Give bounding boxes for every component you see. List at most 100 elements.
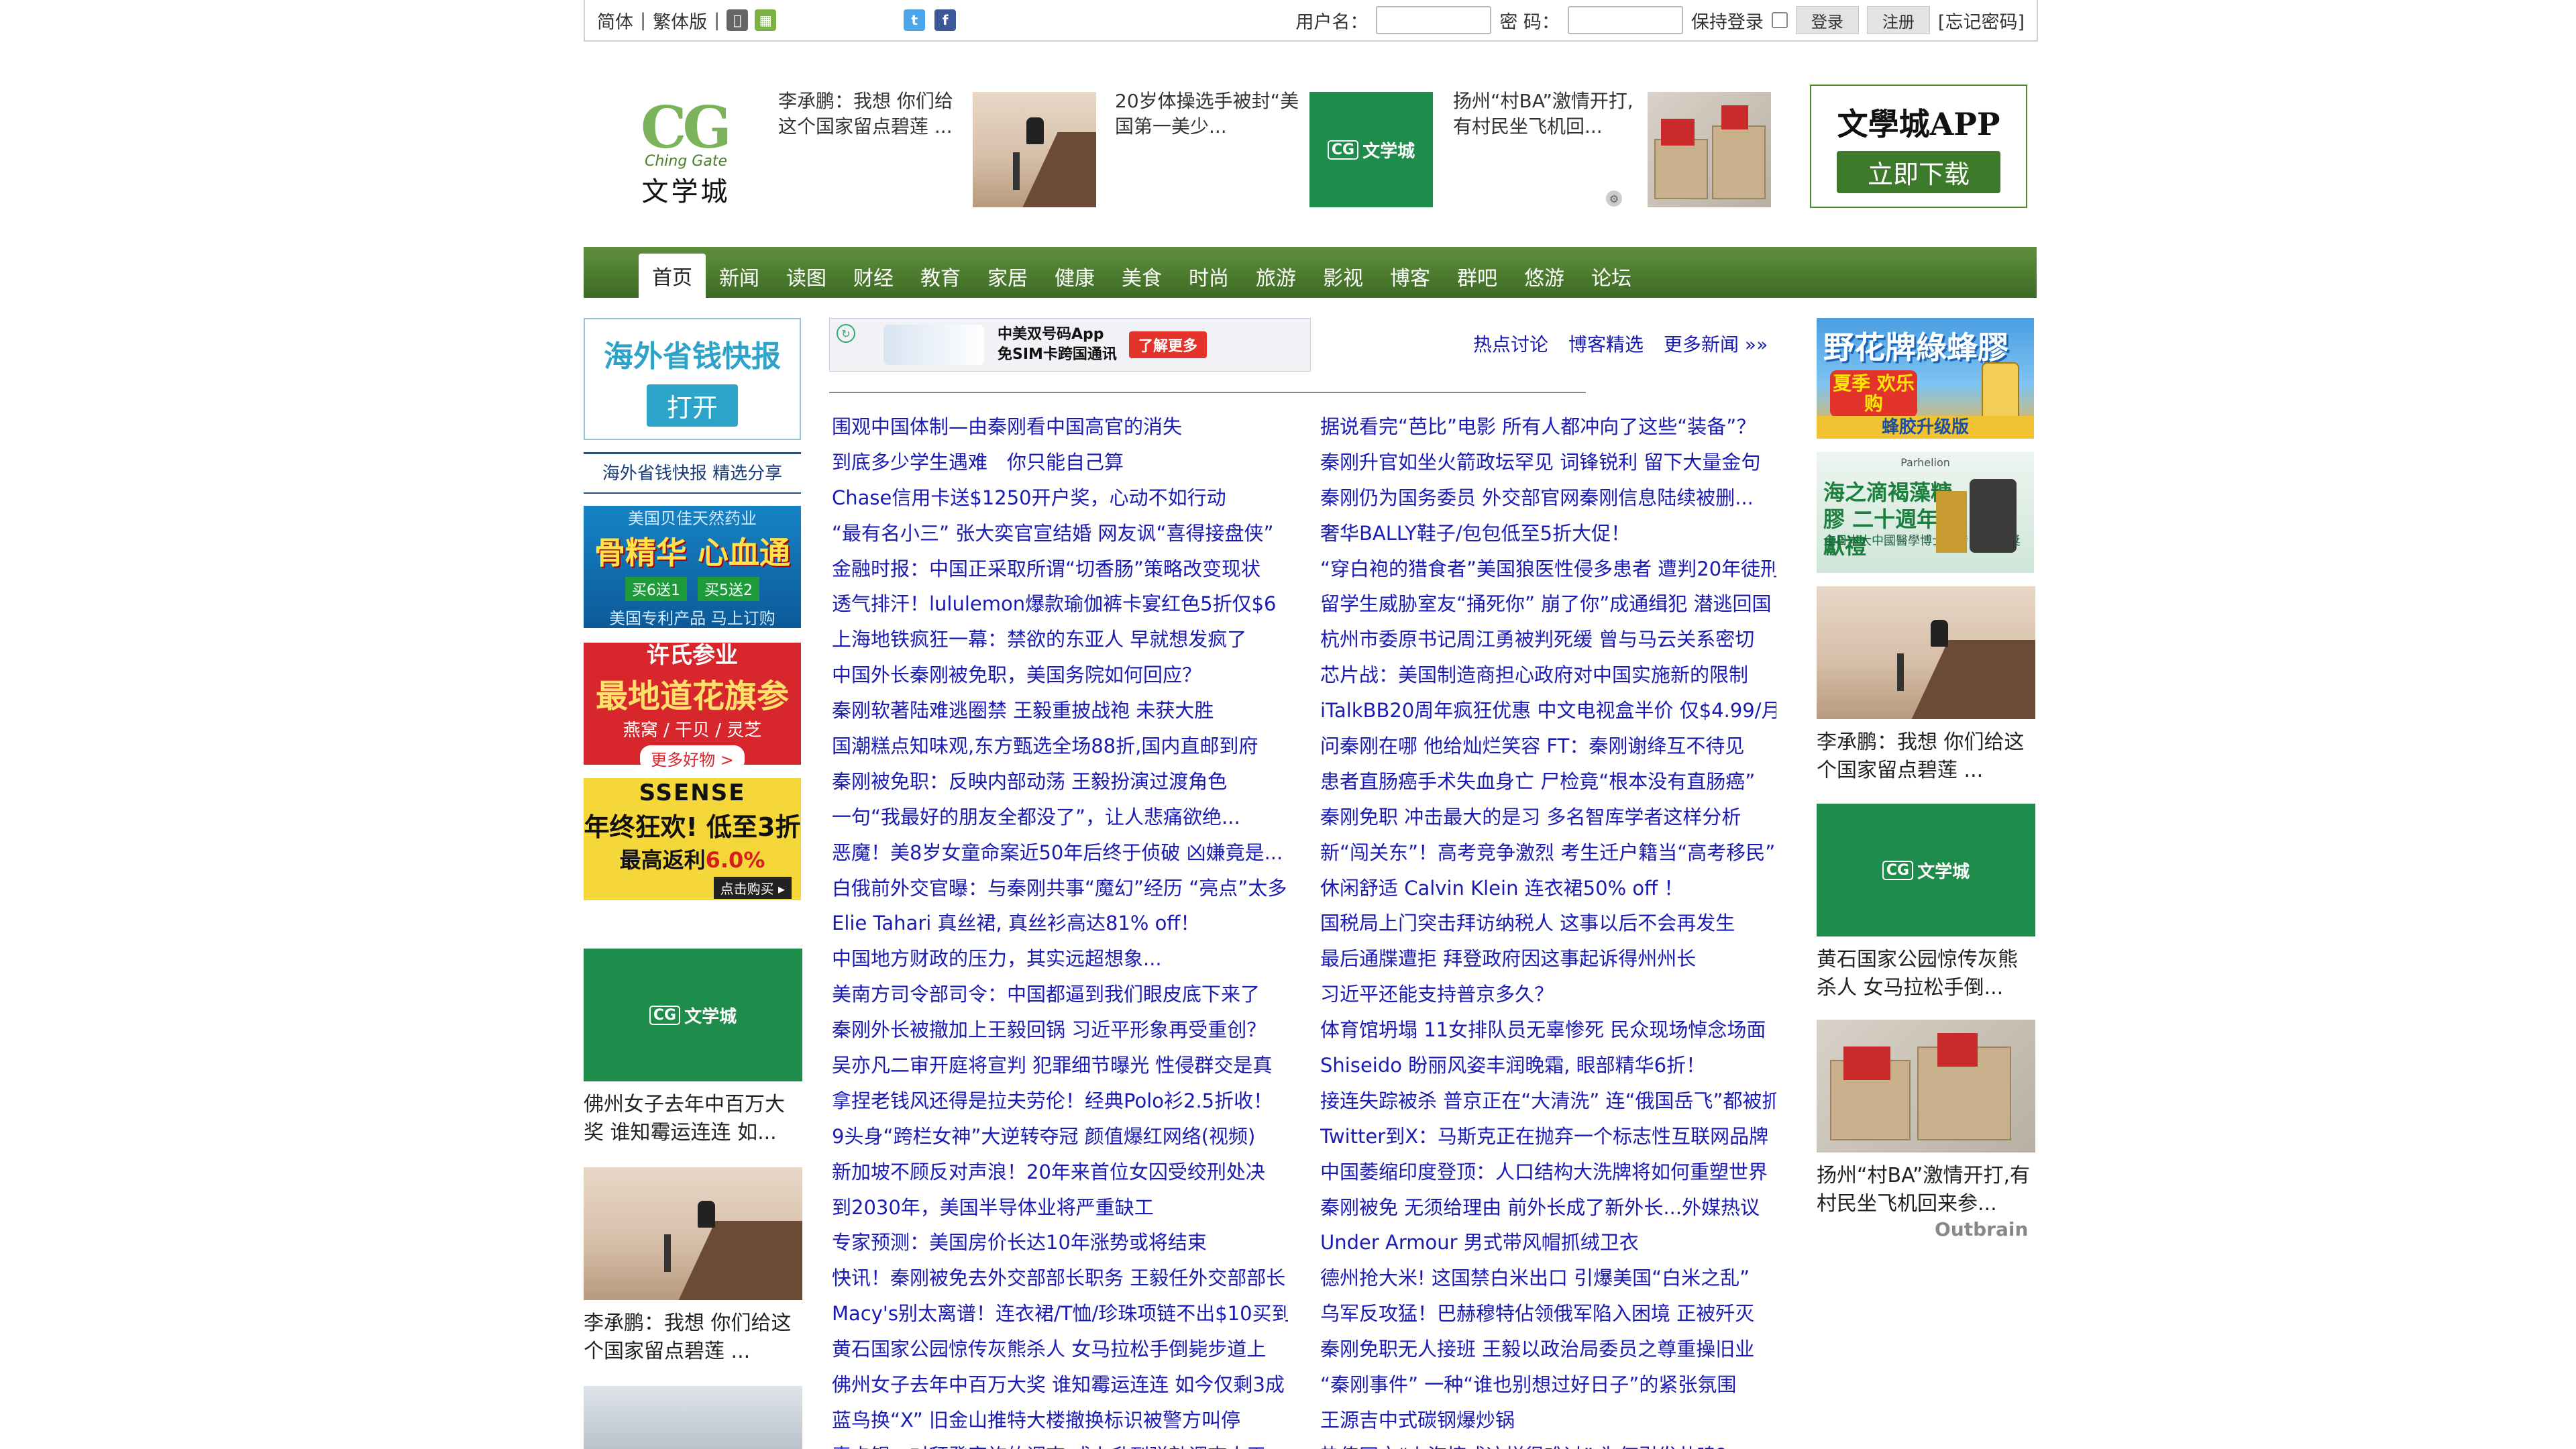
remember-checkbox[interactable]: [1771, 12, 1788, 28]
nav-education[interactable]: 教育: [907, 255, 974, 298]
news-headline-link[interactable]: Chase信用卡送$1250开户奖，心动不如行动: [832, 486, 1226, 509]
news-headline-link[interactable]: 麦卡锡：对拜登家族的调查 或上升到弹劾调查水平: [832, 1444, 1266, 1449]
news-headline-link[interactable]: “秦刚事件” 一种“谁也别想过好日子”的紧张氛围: [1320, 1373, 1736, 1396]
nav-news[interactable]: 新闻: [706, 255, 773, 298]
lang-traditional-link[interactable]: 繁体版: [653, 7, 707, 34]
savings-promo-box[interactable]: 海外省钱快报 打开: [584, 318, 801, 440]
news-headline-link[interactable]: 围观中国体制—由秦刚看中国高官的消失: [832, 415, 1182, 438]
news-headline-link[interactable]: 透气排汗！lululemon爆款瑜伽裤卡宴红色5折仅$6: [832, 592, 1277, 615]
phone-app-banner[interactable]: ↻ 中美双号码App 免SIM卡跨国通讯 了解更多: [829, 318, 1311, 372]
password-input[interactable]: [1567, 6, 1683, 34]
login-button[interactable]: 登录: [1795, 6, 1859, 34]
news-headline-link[interactable]: 新加坡不顾反对声浪！20年来首位女囚受绞刑处决: [832, 1161, 1265, 1183]
news-headline-link[interactable]: 黄石国家公园惊传灰熊杀人 女马拉松手倒毙步道上: [832, 1338, 1266, 1360]
nav-blog[interactable]: 博客: [1377, 255, 1444, 298]
forgot-password-link[interactable]: [忘记密码]: [1938, 7, 2025, 34]
right-card-1-caption[interactable]: 李承鹏：我想 你们给这个国家留点碧莲 ...: [1817, 729, 2035, 785]
right-card-3[interactable]: 扬州“村BA”激情开打,有村民坐飞机回来参...: [1817, 1020, 2035, 1218]
news-headline-link[interactable]: 专家预测：美国房价长达10年涨势或将结束: [832, 1231, 1207, 1254]
nav-leisure[interactable]: 悠游: [1511, 255, 1578, 298]
news-headline-link[interactable]: 中国外长秦刚被免职，美国务院如何回应？: [832, 663, 1201, 686]
news-headline-link[interactable]: 秦刚被免 无须给理由 前外长成了新外长...外媒热议: [1320, 1196, 1760, 1219]
news-headline-link[interactable]: Macy's别太离谱！连衣裙/T恤/珍珠项链不出$10买到: [832, 1302, 1288, 1325]
nav-health[interactable]: 健康: [1041, 255, 1108, 298]
ad-propolis[interactable]: 野花牌綠蜂膠 夏季 欢乐购 蜂胶升级版: [1817, 318, 2034, 439]
news-headline-link[interactable]: 美南方司令部司令：中国都逼到我们眼皮底下来了: [832, 983, 1260, 1006]
nav-photos[interactable]: 读图: [773, 255, 840, 298]
news-headline-link[interactable]: 吴亦凡二审开庭将宣判 犯罪细节曝光 性侵群交是真: [832, 1054, 1272, 1077]
news-headline-link[interactable]: 秦刚外长被撤加上王毅回锅 习近平形象再受重创？: [832, 1018, 1266, 1041]
news-headline-link[interactable]: 奢华BALLY鞋子/包包低至5折大促！: [1320, 522, 1630, 545]
news-headline-link[interactable]: 王源吉中式碳钢爆炒锅: [1320, 1409, 1515, 1432]
header-story-3-title[interactable]: 扬州“村BA”激情开打,有村民坐飞机回...: [1453, 89, 1641, 140]
news-headline-link[interactable]: 接连失踪被杀 普京正在“大清洗” 连“俄国岳飞”都被抓: [1320, 1089, 1776, 1112]
news-headline-link[interactable]: “穿白袍的猎食者”美国狼医性侵多患者 遭判20年徒刑: [1320, 557, 1776, 580]
news-headline-link[interactable]: “最有名小三” 张大奕官宣结婚 网友讽“喜得接盘侠”: [832, 522, 1274, 545]
news-headline-link[interactable]: 到2030年，美国半导体业将严重缺工: [832, 1196, 1154, 1219]
news-headline-link[interactable]: 上海地铁疯狂一幕：禁欲的东亚人 早就想发疯了: [832, 628, 1246, 651]
ad-choices-icon[interactable]: ⚙: [1606, 191, 1622, 207]
right-card-1[interactable]: 李承鹏：我想 你们给这个国家留点碧莲 ...: [1817, 586, 2035, 785]
news-headline-link[interactable]: 拿捏老钱风还得是拉夫劳伦！经典Polo衫2.5折收！: [832, 1089, 1273, 1112]
news-headline-link[interactable]: 到底多少学生遇难 你只能自己算: [832, 451, 1124, 474]
news-headline-link[interactable]: Elie Tahari 真丝裙, 真丝衫高达81% off！: [832, 912, 1199, 934]
news-headline-link[interactable]: 芯片战：美国制造商担心政府对中国实施新的限制: [1320, 663, 1748, 686]
news-headline-link[interactable]: 患者直肠癌手术失血身亡 尸检竟“根本没有直肠癌”: [1320, 770, 1755, 793]
app-download-button[interactable]: 立即下载: [1836, 150, 2000, 193]
ad-bone-supplement[interactable]: 美国贝佳天然药业 骨精华 心血通 买6送1 买5送2 美国专利产品 马上订购: [584, 506, 801, 628]
ad-ginseng[interactable]: 许氏参业 最地道花旗参 燕窝 / 干贝 / 灵芝 更多好物 >: [584, 642, 801, 771]
left-card-1[interactable]: CG 文学城 佛州女子去年中百万大奖 谁知霉运连连 如...: [584, 949, 802, 1147]
news-headline-link[interactable]: 德州抢大米! 这国禁白米出口 引爆美国“白米之乱”: [1320, 1267, 1750, 1289]
right-card-3-caption[interactable]: 扬州“村BA”激情开打,有村民坐飞机回来参...: [1817, 1162, 2035, 1218]
news-headline-link[interactable]: 国税局上门突击拜访纳税人 这事以后不会再发生: [1320, 912, 1735, 934]
news-headline-link[interactable]: 留学生威胁室友“捅死你” 崩了你”成通缉犯 潜逃回国: [1320, 592, 1772, 615]
news-headline-link[interactable]: iTalkBB20周年疯狂优惠 中文电视盒半价 仅$4.99/月: [1320, 699, 1776, 722]
android-app-icon[interactable]: ▦: [755, 9, 777, 31]
news-headline-link[interactable]: 秦刚免职 冲击最大的是习 多名智库学者这样分析: [1320, 806, 1741, 828]
ad-fucoidan[interactable]: Parhelion 海之滴褐藻糖膠 二十週年獻禮 全日本大中國醫學博士研發 營養…: [1817, 452, 2034, 573]
news-headline-link[interactable]: 中国萎缩印度登顶：人口结构大洗牌将如何重塑世界: [1320, 1161, 1768, 1183]
news-headline-link[interactable]: 问秦刚在哪 他给灿烂笑容 FT：秦刚谢绛互不待见: [1320, 735, 1744, 757]
nav-groups[interactable]: 群吧: [1444, 255, 1511, 298]
banner-learn-more-button[interactable]: 了解更多: [1128, 331, 1207, 358]
news-headline-link[interactable]: 中国地方财政的压力，其实远超想象...: [832, 947, 1162, 970]
news-headline-link[interactable]: Under Armour 男式带风帽抓绒卫衣: [1320, 1231, 1639, 1254]
left-card-3[interactable]: [584, 1386, 802, 1449]
news-headline-link[interactable]: 体育馆坍塌 11女排队员无辜惨死 民众现场悼念场面: [1320, 1018, 1766, 1041]
hot-discussion-link[interactable]: 热点讨论: [1473, 330, 1548, 357]
news-headline-link[interactable]: 恶魔！美8岁女童命案近50年后终于侦破 凶嫌竟是...: [832, 841, 1283, 864]
nav-forum[interactable]: 论坛: [1578, 255, 1645, 298]
news-headline-link[interactable]: 最后通牒遭拒 拜登政府因这事起诉得州州长: [1320, 947, 1696, 970]
news-headline-link[interactable]: 一句“我最好的朋友全都没了”，让人悲痛欲绝...: [832, 806, 1240, 828]
header-story-2-title[interactable]: 20岁体操选手被封“美国第一美少...: [1115, 89, 1303, 140]
header-story-1-image[interactable]: [973, 92, 1096, 207]
apple-app-icon[interactable]: : [727, 9, 749, 31]
lang-simplified-link[interactable]: 简体: [597, 7, 633, 34]
ad-ssense[interactable]: SSENSE 年终狂欢! 低至3折 最高返利6.0% 点击购买 ▸: [584, 778, 801, 900]
news-headline-link[interactable]: 白俄前外交官曝：与秦刚共事“魔幻”经历 “亮点”太多: [832, 877, 1287, 900]
nav-home[interactable]: 首页: [639, 254, 706, 298]
twitter-icon[interactable]: t: [904, 9, 926, 31]
news-headline-link[interactable]: 佛州女子去年中百万大奖 谁知霉运连连 如今仅剩3成: [832, 1373, 1285, 1396]
news-headline-link[interactable]: 乌军反攻猛！巴赫穆特佔领俄军陷入困境 正被歼灭: [1320, 1302, 1754, 1325]
right-card-2-caption[interactable]: 黄石国家公园惊传灰熊杀人 女马拉松手倒...: [1817, 946, 2035, 1002]
header-story-2-image[interactable]: CG 文学城: [1309, 92, 1433, 207]
register-button[interactable]: 注册: [1866, 6, 1930, 34]
news-headline-link[interactable]: Shiseido 盼丽风姿丰润晚霜, 眼部精华6折！: [1320, 1054, 1705, 1077]
nav-fashion[interactable]: 时尚: [1175, 255, 1242, 298]
left-card-2[interactable]: 李承鹏：我想 你们给这个国家留点碧莲 ...: [584, 1167, 802, 1366]
savings-open-button[interactable]: 打开: [646, 384, 738, 427]
header-story-3-image[interactable]: [1648, 92, 1771, 207]
news-headline-link[interactable]: 秦刚免职无人接班 王毅以政治局委员之尊重操旧业: [1320, 1338, 1754, 1360]
news-headline-link[interactable]: 快讯！秦刚被免去外交部部长职务 王毅任外交部部长: [832, 1267, 1285, 1289]
news-headline-link[interactable]: 休闲舒适 Calvin Klein 连衣裙50% off ！: [1320, 877, 1683, 900]
news-headline-link[interactable]: 秦刚仍为国务委员 外交部官网秦刚信息陆续被删...: [1320, 486, 1754, 509]
news-headline-link[interactable]: 秦刚升官如坐火箭政坛罕见 词锋锐利 留下大量金句: [1320, 451, 1760, 474]
news-headline-link[interactable]: 9头身“跨栏女神”大逆转夺冠 颜值爆红网络(视频): [832, 1125, 1255, 1148]
nav-movies[interactable]: 影视: [1309, 255, 1377, 298]
more-news-link[interactable]: 更多新闻 »»: [1664, 330, 1768, 357]
news-headline-link[interactable]: 热传网文“上海搞成这样很难过” 为何引发共鸣？: [1320, 1444, 1735, 1449]
nav-finance[interactable]: 财经: [840, 255, 907, 298]
header-story-1-title[interactable]: 李承鹏：我想 你们给这个国家留点碧莲 ...: [778, 89, 966, 140]
site-logo[interactable]: CG Ching Gate 文学城: [634, 94, 738, 208]
